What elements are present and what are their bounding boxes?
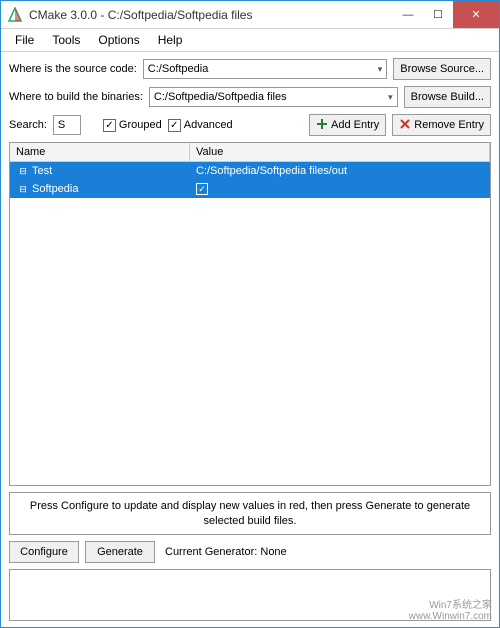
watermark: Win7系统之家 www.Winwin7.com <box>409 596 492 622</box>
cell-name: Test <box>10 165 190 177</box>
menubar: File Tools Options Help <box>1 29 499 52</box>
check-icon[interactable]: ✓ <box>196 183 208 195</box>
grouped-checkbox[interactable]: ✓ Grouped <box>103 119 162 132</box>
watermark-line2: www.Winwin7.com <box>409 611 492 622</box>
menu-file[interactable]: File <box>7 31 42 49</box>
table-row[interactable]: ⊟ Test C:/Softpedia/Softpedia files/out <box>10 162 490 180</box>
source-value: C:/Softpedia <box>148 63 209 75</box>
table-body: ⊟ Test C:/Softpedia/Softpedia files/out … <box>10 162 490 485</box>
minimize-button[interactable]: — <box>393 1 423 28</box>
window-title: CMake 3.0.0 - C:/Softpedia/Softpedia fil… <box>29 8 393 22</box>
source-label: Where is the source code: <box>9 63 137 75</box>
browse-build-button[interactable]: Browse Build... <box>404 86 491 108</box>
menu-help[interactable]: Help <box>150 31 191 49</box>
chevron-down-icon: ▾ <box>388 92 393 103</box>
tree-collapse-icon: ⊟ <box>18 166 28 177</box>
cell-value: C:/Softpedia/Softpedia files/out <box>190 165 490 177</box>
column-value[interactable]: Value <box>190 143 490 161</box>
remove-entry-button[interactable]: Remove Entry <box>392 114 491 136</box>
window-buttons: — ☐ ✕ <box>393 1 499 28</box>
build-label: Where to build the binaries: <box>9 91 143 103</box>
advanced-checkbox[interactable]: ✓ Advanced <box>168 119 233 132</box>
search-input[interactable] <box>53 115 81 135</box>
maximize-button[interactable]: ☐ <box>423 1 453 28</box>
build-row: Where to build the binaries: C:/Softpedi… <box>9 86 491 108</box>
search-label: Search: <box>9 119 47 131</box>
tree-collapse-icon: ⊟ <box>18 184 28 195</box>
bottom-buttons: Configure Generate Current Generator: No… <box>9 541 491 563</box>
content-area: Where is the source code: C:/Softpedia ▾… <box>1 52 499 627</box>
x-icon <box>399 118 411 133</box>
build-combo[interactable]: C:/Softpedia/Softpedia files ▾ <box>149 87 398 107</box>
advanced-label: Advanced <box>184 119 233 131</box>
remove-entry-label: Remove Entry <box>414 119 484 131</box>
cell-name: Softpedia <box>10 183 190 195</box>
build-value: C:/Softpedia/Softpedia files <box>154 91 287 103</box>
browse-source-button[interactable]: Browse Source... <box>393 58 491 80</box>
app-icon <box>7 7 23 23</box>
hint-text: Press Configure to update and display ne… <box>9 492 491 535</box>
add-entry-label: Add Entry <box>331 119 379 131</box>
close-button[interactable]: ✕ <box>453 1 499 28</box>
cell-value: ✓ <box>190 183 490 195</box>
app-window: CMake 3.0.0 - C:/Softpedia/Softpedia fil… <box>0 0 500 628</box>
chevron-down-icon: ▾ <box>378 64 383 75</box>
menu-tools[interactable]: Tools <box>44 31 88 49</box>
titlebar: CMake 3.0.0 - C:/Softpedia/Softpedia fil… <box>1 1 499 29</box>
menu-options[interactable]: Options <box>90 31 147 49</box>
generate-button[interactable]: Generate <box>85 541 155 563</box>
check-icon: ✓ <box>103 119 116 132</box>
table-header: Name Value <box>10 143 490 162</box>
source-row: Where is the source code: C:/Softpedia ▾… <box>9 58 491 80</box>
configure-button[interactable]: Configure <box>9 541 79 563</box>
cache-table: Name Value ⊟ Test C:/Softpedia/Softpedia… <box>9 142 491 486</box>
watermark-line1: Win7系统之家 <box>409 596 492 611</box>
check-icon: ✓ <box>168 119 181 132</box>
toolbar-row: Search: ✓ Grouped ✓ Advanced Add Entry R… <box>9 114 491 136</box>
column-name[interactable]: Name <box>10 143 190 161</box>
table-row[interactable]: ⊟ Softpedia ✓ <box>10 180 490 198</box>
grouped-label: Grouped <box>119 119 162 131</box>
add-entry-button[interactable]: Add Entry <box>309 114 386 136</box>
generator-label: Current Generator: None <box>165 546 287 558</box>
plus-icon <box>316 118 328 133</box>
source-combo[interactable]: C:/Softpedia ▾ <box>143 59 387 79</box>
